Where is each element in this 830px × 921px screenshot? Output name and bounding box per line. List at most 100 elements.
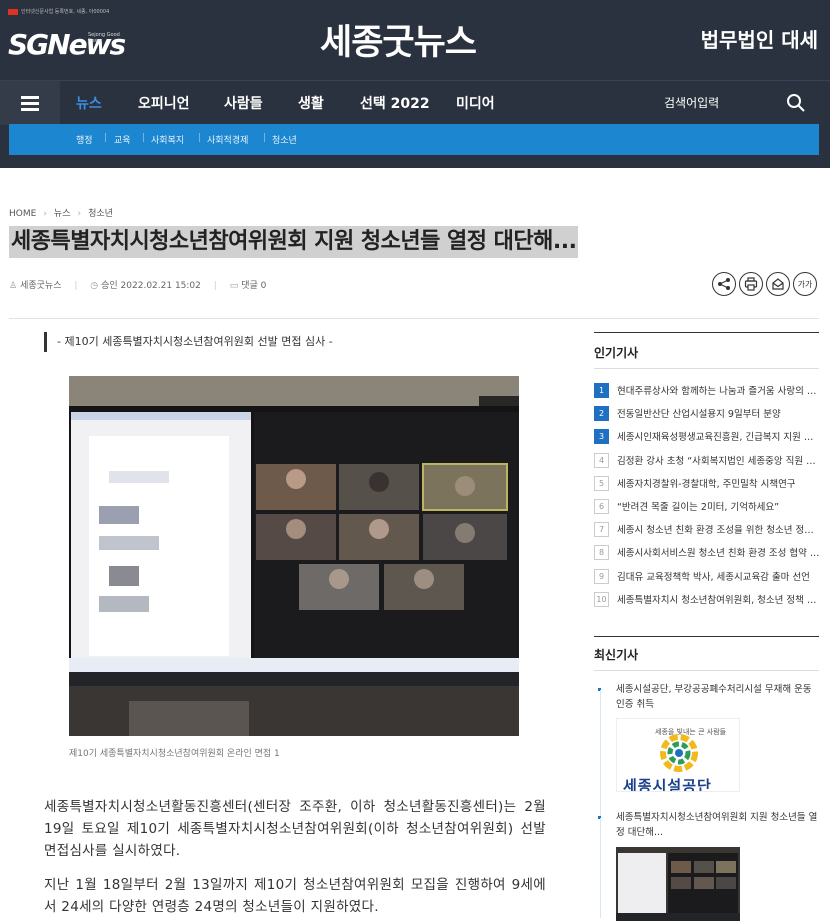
logo-tagline: 인터넷신문사업 등록번호, 세종, 아00004	[8, 8, 109, 15]
popular-item-title: 김정환 강사 초청 “사회복지법인 세종중앙 직원 교육”	[617, 456, 820, 467]
menu-icon[interactable]	[0, 81, 60, 125]
email-button[interactable]	[766, 272, 790, 296]
latest-item-title: 세종시설공단, 부강공공폐수처리시설 무재해 운동 인증 취득	[616, 684, 812, 710]
timeline-line	[600, 818, 601, 918]
mail-icon	[772, 278, 784, 290]
latest-title: 최신기사	[594, 648, 639, 662]
user-icon: ♙	[9, 281, 18, 291]
chevron-right-icon: ›	[77, 209, 82, 219]
site-header: 인터넷신문사업 등록번호, 세종, 아00004 SGNews Sejong G…	[0, 0, 830, 168]
popular-item[interactable]: 7 세종시 청소년 친화 환경 조성을 위한 청소년 정책 제안	[594, 521, 820, 537]
popular-item[interactable]: 8 세종시사회서비스원 청소년 친화 환경 조성 협약 체결	[594, 544, 820, 560]
latest-item-title: 세종특별자치시청소년참여위원회 지원 청소년들 열정 대단해...	[616, 812, 818, 838]
share-button[interactable]	[712, 272, 736, 296]
nav-item-media[interactable]: 미디어	[456, 93, 495, 113]
rank-number: 3	[594, 428, 609, 444]
nav-item-news[interactable]: 뉴스	[76, 93, 102, 113]
popular-item-title: 전동일반산단 산업시설용지 9일부터 분양	[617, 409, 781, 420]
chevron-right-icon: ›	[43, 209, 47, 219]
sidebar-divider	[594, 636, 819, 637]
breadcrumb-home[interactable]: HOME	[9, 209, 36, 219]
subnav-separator: |	[104, 133, 108, 143]
nav-item-people[interactable]: 사람들	[224, 93, 263, 113]
subnav-item-welfare[interactable]: 사회복지	[151, 133, 184, 146]
subnav-item-social-economy[interactable]: 사회적경제	[207, 133, 248, 146]
top-bar: 인터넷신문사업 등록번호, 세종, 아00004 SGNews Sejong G…	[0, 0, 830, 78]
ad-link[interactable]: 법무법인 대세	[701, 24, 818, 53]
rank-number: 4	[594, 452, 609, 468]
article-paragraph-2: 지난 1월 18일부터 2월 13일까지 제10기 청소년참여위원회 모집을 진…	[44, 877, 546, 915]
site-logo[interactable]: 인터넷신문사업 등록번호, 세종, 아00004 SGNews Sejong G…	[8, 8, 134, 68]
print-button[interactable]	[739, 272, 763, 296]
logo-subtext: Sejong Good News	[88, 32, 120, 44]
sidebar-divider	[594, 670, 819, 671]
rank-number: 2	[594, 405, 609, 421]
search-icon[interactable]	[786, 93, 806, 113]
popular-item-title: 세종자치경찰위-경찰대학, 주민밀착 시책연구	[617, 479, 796, 490]
subnav-separator: |	[198, 133, 202, 143]
subnav-item-education[interactable]: 교육	[114, 133, 131, 146]
rank-number: 9	[594, 568, 609, 584]
page: 인터넷신문사업 등록번호, 세종, 아00004 SGNews Sejong G…	[0, 0, 830, 921]
comment-icon: ▭	[229, 281, 239, 291]
video-conference-thumbnail	[616, 847, 740, 921]
popular-item[interactable]: 3 세종시인재육성평생교육진흥원, 긴급복지 지원 협약	[594, 428, 820, 444]
popular-item[interactable]: 5 세종자치경찰위-경찰대학, 주민밀착 시책연구	[594, 475, 820, 491]
popular-item[interactable]: 1 현대주류상사와 함께하는 나눔과 즐거움 사랑의 쌀 기부	[594, 382, 820, 398]
site-title[interactable]: 세종굿뉴스	[320, 14, 477, 65]
breadcrumb-news[interactable]: 뉴스	[54, 209, 71, 219]
article-paragraph-1: 세종특별자치시청소년활동진흥센터(센터장 조주환, 이하 청소년활동진흥센터)는…	[44, 799, 546, 859]
photo-caption: 제10기 세종특별자치시청소년참여위원회 온라인 면접 1	[69, 749, 280, 759]
latest-item-thumbnail[interactable]	[616, 847, 740, 921]
printer-icon	[744, 277, 758, 291]
clock-icon: ◷	[90, 281, 99, 291]
logo-flag-icon	[8, 8, 18, 15]
share-icon	[718, 278, 730, 290]
nav-item-opinion[interactable]: 오피니언	[138, 93, 190, 113]
popular-item[interactable]: 4 김정환 강사 초청 “사회복지법인 세종중앙 직원 교육”	[594, 452, 820, 468]
breadcrumb: HOME › 뉴스 › 청소년	[9, 206, 113, 219]
article-headline: 세종특별자치시청소년참여위원회 지원 청소년들 열정 대단해...	[9, 226, 579, 258]
article-meta: ♙ 세종굿뉴스 | ◷ 승인 2022.02.21 15:02 | ▭ 댓글 0	[9, 278, 276, 291]
meta-separator: |	[213, 281, 217, 291]
breadcrumb-youth[interactable]: 청소년	[88, 209, 113, 219]
subnav-separator: |	[142, 133, 146, 143]
latest-item[interactable]: 세종시설공단, 부강공공폐수처리시설 무재해 운동 인증 취득 세종을 빛내는 …	[596, 682, 820, 830]
article-approved-date: 승인 2022.02.21 15:02	[101, 281, 201, 291]
sub-nav: 행정 | 교육 | 사회복지 | 사회적경제 | 청소년	[9, 124, 819, 155]
main-nav: 뉴스 오피니언 사람들 생활 선택 2022 미디어	[0, 80, 830, 125]
popular-item-title: 세종시인재육성평생교육진흥원, 긴급복지 지원 협약	[617, 432, 820, 443]
article-subtitle: - 제10기 세종특별자치시청소년참여위원회 선발 면접 심사 -	[44, 332, 333, 352]
popular-item[interactable]: 10 세종특별자치시 청소년참여위원회, 청소년 정책 제안	[594, 591, 820, 607]
rank-number: 8	[594, 544, 609, 560]
subnav-item-admin[interactable]: 행정	[76, 133, 93, 146]
popular-item[interactable]: 6 “반려견 목줄 길이는 2미터, 기억하세요”	[594, 498, 820, 514]
latest-item[interactable]: 세종특별자치시청소년참여위원회 지원 청소년들 열정 대단해...	[596, 810, 820, 921]
popular-title: 인기기사	[594, 346, 639, 360]
popular-item-title: 세종특별자치시 청소년참여위원회, 청소년 정책 제안	[617, 595, 820, 606]
nav-item-life[interactable]: 생활	[298, 93, 324, 113]
latest-item-thumbnail[interactable]: 세종을 빛내는 큰 사람들 세종시설공단	[616, 718, 740, 792]
popular-item-title: 세종시 청소년 친화 환경 조성을 위한 청소년 정책 제안	[617, 525, 820, 536]
thumbnail-brand: 세종시설공단	[623, 777, 712, 792]
rank-number: 6	[594, 498, 609, 514]
popular-item-title: “반려견 목줄 길이는 2미터, 기억하세요”	[617, 502, 780, 513]
subnav-separator: |	[263, 133, 267, 143]
font-size-button[interactable]: 가가	[793, 272, 817, 296]
sidebar-divider	[594, 332, 819, 333]
rank-number: 10	[594, 591, 609, 607]
popular-item[interactable]: 9 김대유 교육정책학 박사, 세종시교육감 출마 선언	[594, 568, 820, 584]
popular-item[interactable]: 2 전동일반산단 산업시설용지 9일부터 분양	[594, 405, 820, 421]
header-divider	[9, 318, 819, 319]
article-photo[interactable]	[69, 376, 519, 736]
rank-number: 7	[594, 521, 609, 537]
article-comment-count[interactable]: 댓글 0	[241, 281, 266, 291]
rank-number: 1	[594, 382, 609, 398]
sidebar-divider	[594, 368, 819, 369]
popular-item-title: 김대유 교육정책학 박사, 세종시교육감 출마 선언	[617, 572, 810, 583]
meta-separator: |	[74, 281, 78, 291]
nav-item-election[interactable]: 선택 2022	[360, 93, 430, 113]
subnav-item-youth[interactable]: 청소년	[272, 133, 297, 146]
timeline-line	[600, 690, 601, 830]
rank-number: 5	[594, 475, 609, 491]
